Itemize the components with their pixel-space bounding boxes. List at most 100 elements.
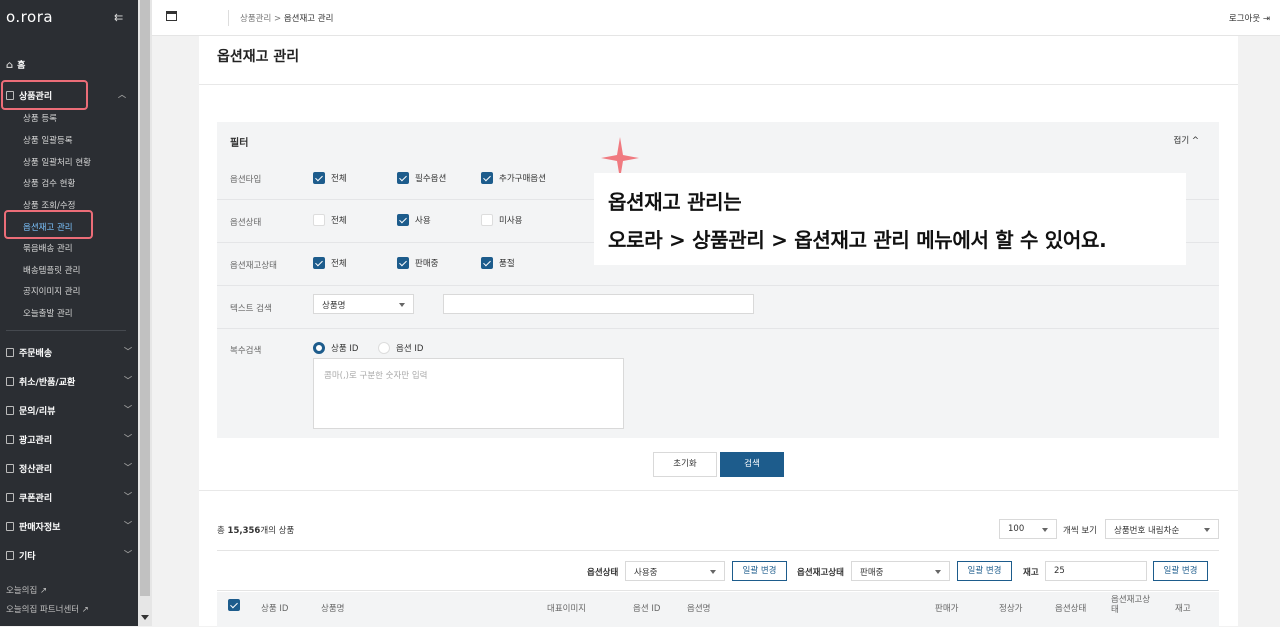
multi-search-textarea[interactable]: 콤마(,)로 구분한 숫자만 입력 bbox=[313, 358, 624, 429]
radio-product-id[interactable]: 상품 ID bbox=[313, 342, 358, 354]
chevron-down-icon: ﹀ bbox=[124, 463, 132, 472]
sidebar-item-settlement[interactable]: 정산관리 ﹀ bbox=[6, 462, 136, 475]
page-size-select[interactable]: 100 bbox=[999, 519, 1057, 539]
document-icon bbox=[6, 464, 14, 473]
reset-button[interactable]: 초기화 bbox=[653, 452, 717, 477]
document-icon bbox=[6, 348, 14, 357]
checkbox-stock-status-selling[interactable]: 판매중 bbox=[397, 257, 438, 269]
bulk-action-bar: 옵션상태 사용중 일괄 변경 옵션재고상태 판매중 일괄 변경 재고 25 일괄… bbox=[217, 551, 1219, 591]
checkbox-stock-status-all[interactable]: 전체 bbox=[313, 257, 347, 269]
column-header[interactable]: 옵션 ID bbox=[633, 602, 660, 614]
checkbox-option-status-use[interactable]: 사용 bbox=[397, 214, 431, 226]
column-header[interactable]: 대표이미지 bbox=[547, 602, 586, 614]
sidebar-subitem[interactable]: 상품 등록 bbox=[23, 112, 57, 124]
checkbox-option-status-unused[interactable]: 미사용 bbox=[481, 214, 522, 226]
filter-panel: 필터 접기 ^ 옵션타입 전체 필수옵션 추가구매옵션 옵션상태 전체 사용 미… bbox=[217, 122, 1219, 438]
divider bbox=[6, 330, 126, 331]
sidebar-item-cancel[interactable]: 취소/반품/교환 ﹀ bbox=[6, 375, 136, 388]
bulk-qty-input[interactable]: 25 bbox=[1045, 561, 1147, 581]
text-search-select[interactable]: 상품명 bbox=[313, 294, 414, 314]
collapse-left-icon[interactable]: ⇇ bbox=[114, 11, 123, 24]
breadcrumb-parent[interactable]: 상품관리 bbox=[240, 14, 271, 24]
sidebar-item-ads[interactable]: 광고관리 ﹀ bbox=[6, 433, 136, 446]
column-header[interactable]: 정상가 bbox=[999, 602, 1022, 614]
logout-icon: ⇥ bbox=[1262, 14, 1270, 24]
sidebar-subitem[interactable]: 상품 일괄처리 현황 bbox=[23, 156, 91, 168]
chevron-down-icon: ﹀ bbox=[124, 434, 132, 443]
document-icon bbox=[6, 91, 14, 100]
select-all-checkbox[interactable] bbox=[228, 599, 246, 611]
bulk-stock-select[interactable]: 판매중 bbox=[851, 561, 950, 581]
column-header[interactable]: 판매가 bbox=[935, 602, 958, 614]
radio-option-id[interactable]: 옵션 ID bbox=[378, 342, 423, 354]
sort-select[interactable]: 상품번호 내림차순 bbox=[1105, 519, 1219, 539]
caret-down-icon bbox=[710, 570, 716, 574]
sidebar-item-home[interactable]: ⌂ 홈 bbox=[6, 58, 25, 71]
document-icon bbox=[6, 522, 14, 531]
bulk-status-apply-button[interactable]: 일괄 변경 bbox=[732, 561, 787, 581]
sidebar-subitem[interactable]: 상품 일괄등록 bbox=[23, 134, 73, 146]
breadcrumb: 상품관리 > 옵션재고 관리 bbox=[240, 12, 333, 24]
divider bbox=[228, 10, 229, 26]
page-title: 옵션재고 관리 bbox=[217, 49, 300, 65]
checkbox-option-type-additional[interactable]: 추가구매옵션 bbox=[481, 172, 546, 184]
bulk-status-label: 옵션상태 bbox=[587, 568, 619, 578]
caret-down-icon bbox=[935, 570, 941, 574]
column-header[interactable]: 옵션명 bbox=[687, 602, 710, 614]
checkbox-option-type-all[interactable]: 전체 bbox=[313, 172, 347, 184]
chevron-up-icon: ︿ bbox=[118, 90, 126, 99]
sidebar-subitem[interactable]: 상품 검수 현황 bbox=[23, 177, 75, 189]
filter-title: 필터 bbox=[230, 138, 249, 149]
sidebar-item-order[interactable]: 주문배송 ﹀ bbox=[6, 346, 136, 359]
chevron-up-icon: ^ bbox=[1191, 136, 1199, 146]
bulk-status-select[interactable]: 사용중 bbox=[625, 561, 725, 581]
scroll-down-arrow-icon[interactable] bbox=[141, 615, 149, 620]
sidebar-item-product[interactable]: 상품관리 ︿ bbox=[6, 89, 126, 102]
checkbox-option-status-all[interactable]: 전체 bbox=[313, 214, 347, 226]
divider bbox=[199, 490, 1238, 491]
sidebar-subitem[interactable]: 공지이미지 관리 bbox=[23, 285, 80, 297]
column-header[interactable]: 상품명 bbox=[321, 602, 344, 614]
document-icon bbox=[6, 377, 14, 386]
bulk-stock-apply-button[interactable]: 일괄 변경 bbox=[957, 561, 1012, 581]
footer-link-partner[interactable]: 오늘의집 파트너센터 ↗ bbox=[6, 603, 89, 615]
option-status-label: 옵션상태 bbox=[230, 218, 262, 228]
bulk-qty-apply-button[interactable]: 일괄 변경 bbox=[1153, 561, 1208, 581]
right-margin bbox=[1238, 36, 1280, 626]
column-header[interactable]: 상품 ID bbox=[261, 602, 288, 614]
store-icon[interactable] bbox=[166, 11, 177, 21]
sidebar-subitem[interactable]: 오늘출발 관리 bbox=[23, 307, 73, 319]
text-search-label: 텍스트 검색 bbox=[230, 304, 272, 314]
table-header: 상품 ID 상품명 대표이미지 옵션 ID 옵션명 판매가 정상가 옵션상태 옵… bbox=[217, 592, 1219, 627]
fold-button[interactable]: 접기 ^ bbox=[1174, 134, 1199, 146]
logout-button[interactable]: 로그아웃 ⇥ bbox=[1229, 12, 1270, 24]
sidebar: o.rora ⇇ ⌂ 홈 상품관리 ︿ 상품 등록 상품 일괄등록 상품 일괄처리… bbox=[0, 0, 138, 626]
column-header[interactable]: 옵션재고상태 bbox=[1111, 595, 1153, 615]
tutorial-callout: 옵션재고 관리는 오로라 > 상품관리 > 옵션재고 관리 메뉴에서 할 수 있… bbox=[594, 173, 1186, 265]
sidebar-subitem[interactable]: 묶음배송 관리 bbox=[23, 242, 73, 254]
sidebar-subitem-option-stock[interactable]: 옵션재고 관리 bbox=[23, 221, 73, 233]
search-button[interactable]: 검색 bbox=[720, 452, 784, 477]
divider bbox=[199, 84, 1238, 85]
checkbox-option-type-required[interactable]: 필수옵션 bbox=[397, 172, 446, 184]
divider bbox=[217, 285, 1219, 286]
logo[interactable]: o.rora bbox=[6, 8, 53, 26]
sidebar-scrollbar[interactable] bbox=[138, 0, 152, 626]
callout-line-1: 옵션재고 관리는 bbox=[608, 190, 742, 214]
column-header[interactable]: 재고 bbox=[1175, 602, 1191, 614]
sidebar-subitem[interactable]: 배송템플릿 관리 bbox=[23, 264, 80, 276]
column-header[interactable]: 옵션상태 bbox=[1055, 602, 1086, 614]
external-link-icon: ↗ bbox=[39, 586, 48, 596]
chevron-down-icon: ﹀ bbox=[124, 376, 132, 385]
sidebar-item-inquiry[interactable]: 문의/리뷰 ﹀ bbox=[6, 404, 136, 417]
text-search-input[interactable] bbox=[443, 294, 754, 314]
sidebar-item-coupon[interactable]: 쿠폰관리 ﹀ bbox=[6, 491, 136, 504]
checkbox-stock-status-soldout[interactable]: 품절 bbox=[481, 257, 515, 269]
footer-link-ohou[interactable]: 오늘의집 ↗ bbox=[6, 584, 47, 596]
bulk-stock-label: 옵션재고상태 bbox=[797, 568, 844, 578]
top-bar: 상품관리 > 옵션재고 관리 로그아웃 ⇥ bbox=[152, 0, 1280, 36]
document-icon bbox=[6, 406, 14, 415]
sidebar-item-seller[interactable]: 판매자정보 ﹀ bbox=[6, 520, 136, 533]
sidebar-item-etc[interactable]: 기타 ﹀ bbox=[6, 549, 136, 562]
scrollbar-thumb[interactable] bbox=[140, 0, 150, 596]
